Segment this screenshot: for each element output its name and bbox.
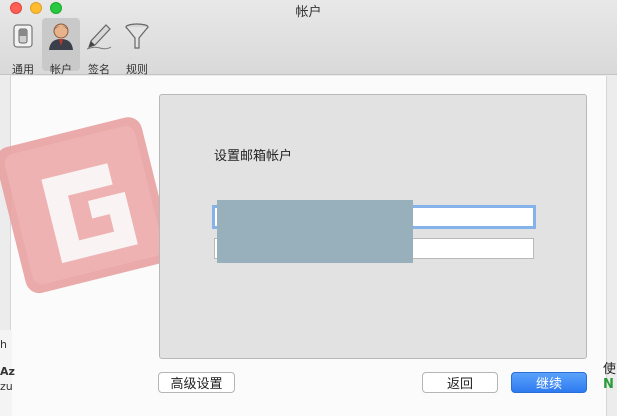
redacted-region — [217, 200, 413, 263]
pen-icon — [84, 21, 114, 55]
continue-button[interactable]: 继续 — [511, 372, 587, 393]
tab-accounts-label: 帐户 — [50, 63, 72, 76]
fragment-text: Az — [0, 365, 15, 378]
fragment-text: zu — [0, 380, 13, 393]
tab-signatures-label: 签名 — [88, 63, 110, 76]
fragment-text: N — [603, 377, 614, 392]
tab-rules[interactable]: 规则 — [118, 18, 156, 76]
app-logo-icon — [0, 110, 172, 310]
user-icon — [46, 21, 76, 55]
tab-general[interactable]: 通用 — [4, 18, 42, 76]
advanced-settings-button[interactable]: 高级设置 — [158, 372, 235, 393]
title-bar: 帐户 通用 帐户 签名 规则 — [0, 0, 617, 76]
tab-signatures[interactable]: 签名 — [80, 18, 118, 76]
tab-rules-label: 规则 — [126, 63, 148, 76]
sheet-title: 设置邮箱帐户 — [214, 149, 293, 164]
background-left-fragment: h Az zu — [0, 330, 15, 416]
tab-general-label: 通用 — [12, 63, 34, 76]
tab-accounts[interactable]: 帐户 — [42, 18, 80, 76]
back-button[interactable]: 返回 — [422, 372, 498, 393]
funnel-icon — [122, 21, 152, 55]
fragment-text: h — [0, 338, 7, 351]
switch-icon — [8, 21, 38, 55]
background-right-fragment: 使 N — [603, 350, 617, 416]
preferences-toolbar: 通用 帐户 签名 规则 — [4, 18, 156, 76]
fragment-text: 使 — [603, 362, 617, 377]
preferences-window: 帐户 通用 帐户 签名 规则 h Az zu 使 N 设置邮箱帐户 高级设置 返… — [0, 0, 617, 416]
